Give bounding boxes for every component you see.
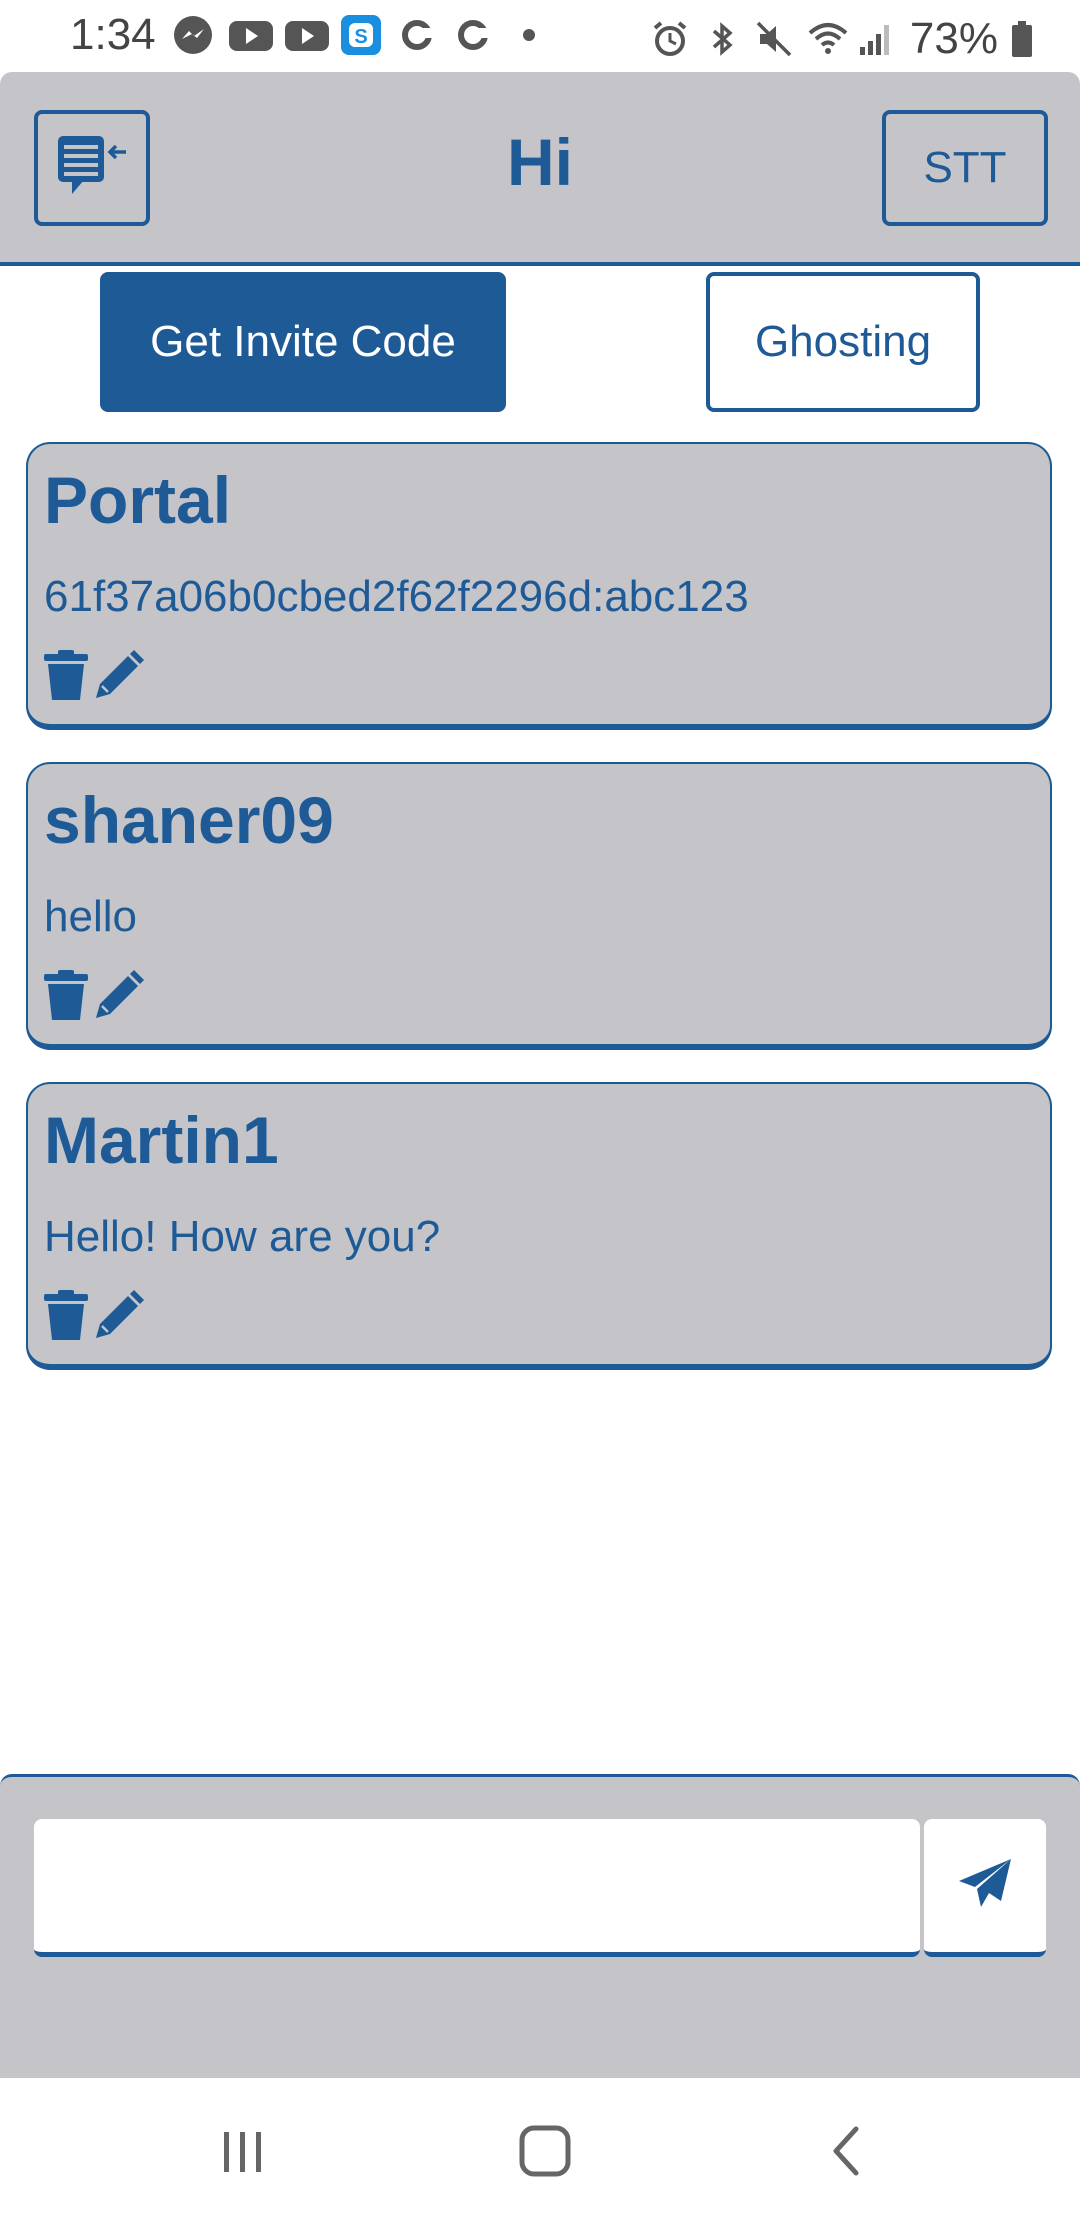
app-header: Hi STT (0, 72, 1080, 266)
message-author: Portal (44, 463, 232, 537)
dot-icon (508, 14, 550, 56)
message-card: Portal 61f37a06b0cbed2f62f2296d:abc123 (26, 442, 1052, 730)
trash-icon[interactable] (42, 650, 90, 702)
sync-icon (452, 14, 494, 56)
get-invite-code-button[interactable]: Get Invite Code (100, 272, 506, 412)
edit-pencil-icon[interactable] (92, 970, 144, 1022)
messenger-icon (172, 14, 214, 56)
trash-icon[interactable] (42, 1290, 90, 1342)
mute-icon (754, 19, 794, 59)
message-card: Martin1 Hello! How are you? (26, 1082, 1052, 1370)
battery-icon (1010, 19, 1050, 59)
message-actions (42, 1290, 144, 1342)
back-button[interactable] (812, 2118, 882, 2188)
home-icon (517, 2123, 573, 2184)
youtube-icon (284, 14, 329, 56)
message-input[interactable] (34, 1819, 920, 1957)
send-icon (957, 1857, 1013, 1914)
back-icon (822, 2123, 872, 2184)
recent-apps-button[interactable] (208, 2118, 278, 2188)
system-icons: 73% (650, 14, 1050, 64)
message-author: shaner09 (44, 783, 334, 857)
system-nav-bar (0, 2078, 1080, 2220)
status-time: 1:34 (70, 10, 156, 59)
edit-pencil-icon[interactable] (92, 1290, 144, 1342)
send-button[interactable] (924, 1819, 1046, 1957)
skype-icon: S (340, 14, 382, 56)
sync-icon (396, 14, 438, 56)
wifi-icon (806, 19, 848, 59)
notification-icons: S (172, 14, 550, 56)
edit-pencil-icon[interactable] (92, 650, 144, 702)
ghosting-button[interactable]: Ghosting (706, 272, 980, 412)
message-text: 61f37a06b0cbed2f62f2296d:abc123 (44, 572, 749, 621)
home-button[interactable] (510, 2118, 580, 2188)
message-text: Hello! How are you? (44, 1212, 441, 1261)
trash-icon[interactable] (42, 970, 90, 1022)
svg-text:S: S (354, 26, 367, 48)
message-actions (42, 970, 144, 1022)
stt-button[interactable]: STT (882, 110, 1048, 226)
message-card: shaner09 hello (26, 762, 1052, 1050)
alarm-icon (650, 19, 690, 59)
bluetooth-icon (702, 19, 742, 59)
recent-apps-icon (218, 2126, 268, 2181)
status-bar: 1:34 S 73% (0, 0, 1080, 72)
battery-percentage: 73% (909, 14, 998, 63)
message-author: Martin1 (44, 1103, 279, 1177)
message-text: hello (44, 892, 137, 941)
message-composer (0, 1774, 1080, 2078)
youtube-icon (228, 14, 273, 56)
signal-icon (858, 19, 898, 59)
message-actions (42, 650, 144, 702)
